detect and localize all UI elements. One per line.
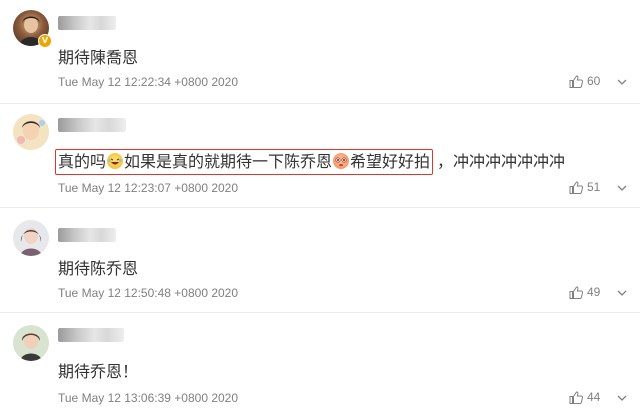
verified-badge-icon: V bbox=[38, 34, 52, 48]
chevron-down-icon[interactable] bbox=[616, 76, 628, 88]
comment-2: 真的吗 如果是真的就期待一下陈乔恩 希望好好拍 ，冲冲冲冲冲冲冲 Tue May 12… bbox=[0, 104, 640, 208]
comment-text-part: 真的吗 bbox=[58, 152, 107, 171]
like-button[interactable]: 60 bbox=[569, 74, 600, 88]
username-blurred[interactable] bbox=[58, 328, 124, 342]
username-blurred[interactable] bbox=[58, 118, 126, 132]
comment-1: V 期待陳喬恩 Tue May 12 12:22:34 +0800 2020 6… bbox=[0, 0, 640, 104]
like-count: 44 bbox=[587, 390, 601, 404]
username-blurred[interactable] bbox=[58, 228, 116, 242]
username-blurred[interactable] bbox=[58, 16, 116, 30]
comment-text-part: 希望好好拍 bbox=[350, 152, 431, 171]
comment-4: 期待乔恩！ Tue May 12 13:06:39 +0800 2020 44 bbox=[0, 313, 640, 418]
like-count: 60 bbox=[587, 74, 601, 88]
thumbs-up-icon bbox=[569, 74, 583, 88]
user-avatar[interactable] bbox=[13, 325, 49, 361]
user-avatar[interactable] bbox=[13, 114, 49, 150]
chevron-down-icon[interactable] bbox=[616, 182, 628, 194]
comment-timestamp: Tue May 12 12:22:34 +0800 2020 bbox=[58, 75, 239, 89]
comment-timestamp: Tue May 12 12:23:07 +0800 2020 bbox=[58, 181, 239, 195]
comment-text: 期待陈乔恩 bbox=[58, 259, 139, 278]
laughing-emoji-icon bbox=[107, 153, 124, 169]
thumbs-up-icon bbox=[569, 285, 583, 299]
thumbs-up-icon bbox=[569, 180, 583, 194]
comment-text-part: ，冲冲冲冲冲冲冲 bbox=[437, 152, 566, 171]
comment-timestamp: Tue May 12 12:50:48 +0800 2020 bbox=[58, 286, 239, 300]
like-count: 51 bbox=[587, 180, 601, 194]
comment-text: 真的吗 如果是真的就期待一下陈乔恩 希望好好拍 ，冲冲冲冲冲冲冲 bbox=[55, 148, 566, 175]
like-button[interactable]: 44 bbox=[569, 390, 600, 404]
like-count: 49 bbox=[587, 285, 601, 299]
comment-text: 期待陳喬恩 bbox=[58, 48, 139, 67]
highlighted-text: 真的吗 如果是真的就期待一下陈乔恩 希望好好拍 bbox=[55, 149, 434, 175]
like-button[interactable]: 49 bbox=[569, 285, 600, 299]
comment-3: 期待陈乔恩 Tue May 12 12:50:48 +0800 2020 49 bbox=[0, 208, 640, 313]
drooling-emoji-icon bbox=[333, 153, 350, 169]
like-button[interactable]: 51 bbox=[569, 180, 600, 194]
comment-text: 期待乔恩！ bbox=[58, 362, 139, 381]
comment-text-part: 如果是真的就期待一下陈乔恩 bbox=[124, 152, 333, 171]
user-avatar[interactable] bbox=[13, 220, 49, 256]
chevron-down-icon[interactable] bbox=[616, 287, 628, 299]
thumbs-up-icon bbox=[569, 390, 583, 404]
chevron-down-icon[interactable] bbox=[616, 392, 628, 404]
comment-timestamp: Tue May 12 13:06:39 +0800 2020 bbox=[58, 391, 239, 405]
